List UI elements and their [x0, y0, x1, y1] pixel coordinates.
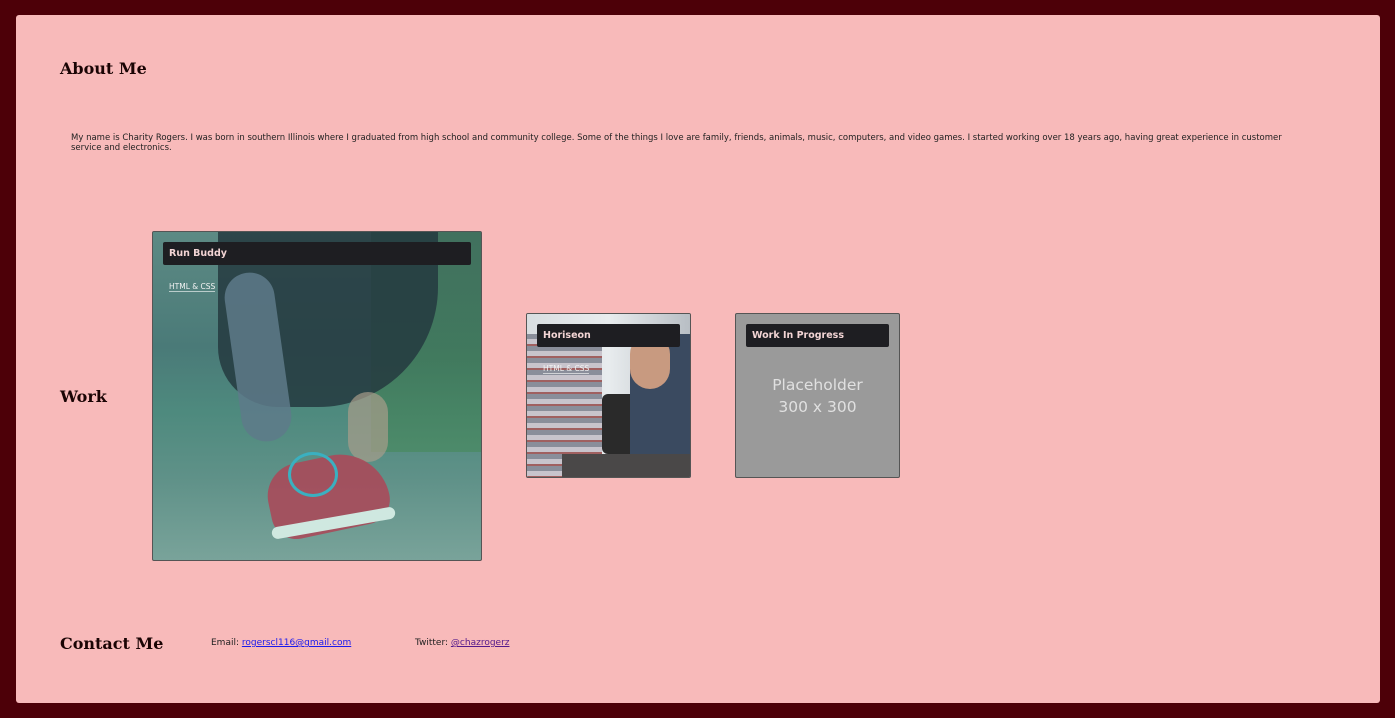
- contact-email: Email: rogerscl116@gmail.com: [211, 638, 351, 648]
- project-card-horiseon[interactable]: Horiseon HTML & CSS: [526, 313, 691, 478]
- project-title-run-buddy: Run Buddy: [163, 242, 471, 265]
- contact-heading: Contact Me: [60, 634, 164, 653]
- about-heading: About Me: [60, 59, 147, 78]
- about-text: My name is Charity Rogers. I was born in…: [71, 133, 1282, 153]
- project-tag-horiseon: HTML & CSS: [543, 364, 590, 374]
- project-card-run-buddy[interactable]: Run Buddy HTML & CSS: [152, 231, 482, 561]
- twitter-label: Twitter:: [415, 638, 449, 648]
- project-tag-run-buddy: HTML & CSS: [169, 282, 216, 292]
- placeholder-image-text: Placeholder 300 x 300: [772, 376, 863, 416]
- email-label: Email:: [211, 638, 240, 648]
- project-title-work-in-progress: Work In Progress: [746, 324, 889, 347]
- twitter-link[interactable]: @chazrogerz: [451, 638, 510, 648]
- contact-twitter: Twitter: @chazrogerz: [415, 638, 510, 648]
- email-link[interactable]: rogerscl116@gmail.com: [242, 638, 351, 648]
- work-heading: Work: [60, 387, 107, 406]
- main-panel: About Me My name is Charity Rogers. I wa…: [16, 15, 1380, 703]
- project-card-work-in-progress[interactable]: Work In Progress Placeholder 300 x 300: [735, 313, 900, 478]
- project-title-horiseon: Horiseon: [537, 324, 680, 347]
